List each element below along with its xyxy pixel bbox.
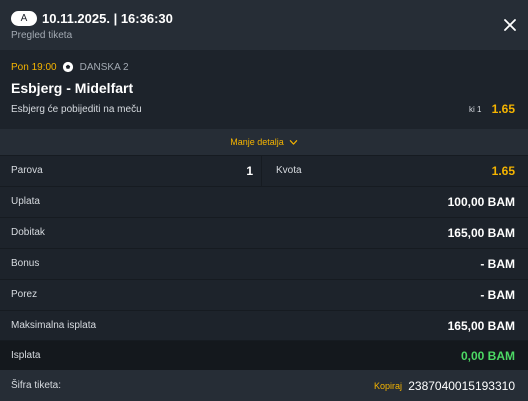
ticket-panel: A 10.11.2025. | 16:36:30 Pregled tiketa … bbox=[0, 0, 528, 401]
match-teams: Esbjerg - Midelfart bbox=[11, 80, 134, 96]
pick-description: Esbjerg će pobijediti na meču bbox=[11, 104, 142, 115]
win-row: Dobitak 165,00 BAM bbox=[0, 217, 528, 248]
ticket-datetime: 10.11.2025. | 16:36:30 bbox=[42, 11, 173, 26]
win-label: Dobitak bbox=[11, 227, 45, 238]
bonus-label: Bonus bbox=[11, 258, 40, 269]
pick-odd: 1.65 bbox=[491, 102, 515, 116]
tax-value: - BAM bbox=[480, 288, 515, 302]
league-name: DANSKA 2 bbox=[79, 61, 129, 73]
payout-value: 0,00 BAM bbox=[460, 349, 515, 363]
max-payout-value: 165,00 BAM bbox=[447, 319, 515, 333]
max-payout-label: Maksimalna isplata bbox=[11, 320, 97, 331]
ticket-header: A 10.11.2025. | 16:36:30 Pregled tiketa bbox=[0, 0, 528, 50]
pairs-value: 1 bbox=[246, 164, 253, 178]
stake-row: Uplata 100,00 BAM bbox=[0, 186, 528, 217]
match-meta: Pon 19:00 DANSKA 2 bbox=[11, 61, 129, 73]
odds-label: Kvota bbox=[276, 165, 302, 176]
ticket-subtitle: Pregled tiketa bbox=[11, 30, 73, 41]
pick-code: ki 1 bbox=[469, 105, 482, 114]
pairs-label: Parova bbox=[11, 165, 43, 176]
win-value: 165,00 BAM bbox=[447, 226, 515, 240]
tax-label: Porez bbox=[11, 289, 38, 300]
payout-row: Isplata 0,00 BAM bbox=[0, 340, 528, 371]
close-icon[interactable] bbox=[502, 17, 518, 33]
chevron-down-icon bbox=[289, 139, 298, 145]
stake-value: 100,00 BAM bbox=[447, 195, 515, 209]
bonus-row: Bonus - BAM bbox=[0, 248, 528, 279]
match-card: Pon 19:00 DANSKA 2 Esbjerg - Midelfart E… bbox=[0, 50, 528, 129]
ticket-type-badge: A bbox=[11, 11, 37, 26]
ticket-code-label: Šifra tiketa: bbox=[11, 380, 62, 391]
less-details-label: Manje detalja bbox=[230, 137, 284, 147]
stake-label: Uplata bbox=[11, 196, 40, 207]
less-details-toggle[interactable]: Manje detalja bbox=[0, 129, 528, 155]
bonus-value: - BAM bbox=[480, 257, 515, 271]
ticket-code-value: 2387040015193310 bbox=[408, 379, 515, 393]
copy-code-link[interactable]: Kopiraj bbox=[374, 381, 402, 391]
ticket-code-row: Šifra tiketa: Kopiraj 2387040015193310 bbox=[0, 370, 528, 401]
pairs-cell: Parova 1 bbox=[0, 156, 262, 186]
match-time: Pon 19:00 bbox=[11, 61, 57, 73]
pairs-odds-row: Parova 1 Kvota 1.65 bbox=[0, 155, 528, 186]
max-payout-row: Maksimalna isplata 165,00 BAM bbox=[0, 310, 528, 341]
tax-row: Porez - BAM bbox=[0, 279, 528, 310]
odds-value: 1.65 bbox=[491, 164, 515, 178]
soccer-ball-icon bbox=[61, 61, 74, 73]
payout-label: Isplata bbox=[11, 350, 41, 361]
